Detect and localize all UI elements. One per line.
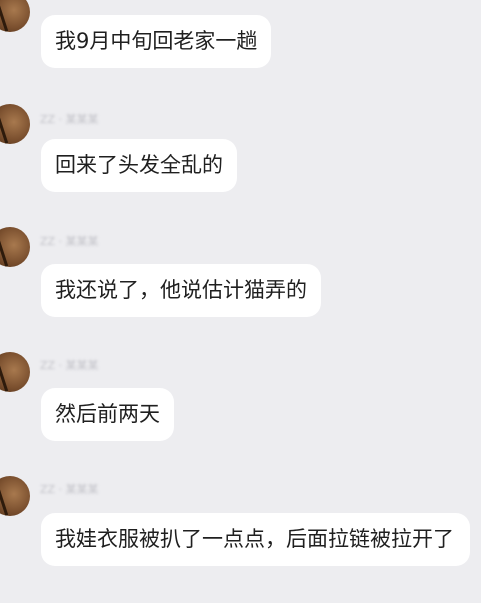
message-bubble[interactable]: 回来了头发全乱的 — [41, 139, 237, 192]
avatar[interactable] — [0, 0, 30, 32]
message-bubble[interactable]: 我还说了，他说估计猫弄的 — [41, 264, 321, 317]
message-bubble[interactable]: 我9月中旬回老家一趟 — [41, 15, 272, 68]
avatar[interactable] — [0, 476, 30, 516]
message-text: 我娃衣服被扒了一点点，后面拉链被拉开了 — [55, 527, 454, 551]
sender-name: ZZ · 某某某 — [40, 359, 99, 372]
avatar[interactable] — [0, 104, 30, 144]
sender-name: ZZ · 某某某 — [40, 235, 99, 248]
sender-name: ZZ · 某某某 — [40, 483, 99, 496]
message-text: 然后前两天 — [55, 402, 160, 426]
message-bubble[interactable]: 然后前两天 — [41, 388, 174, 441]
message-text: 我还说了，他说估计猫弄的 — [55, 278, 307, 302]
avatar[interactable] — [0, 352, 30, 392]
message-bubble[interactable]: 我娃衣服被扒了一点点，后面拉链被拉开了 — [41, 513, 470, 566]
message-text: 回来了头发全乱的 — [55, 153, 223, 177]
sender-name: ZZ · 某某某 — [40, 113, 99, 126]
message-text: 我9月中旬回老家一趟 — [55, 29, 258, 53]
avatar[interactable] — [0, 227, 30, 267]
